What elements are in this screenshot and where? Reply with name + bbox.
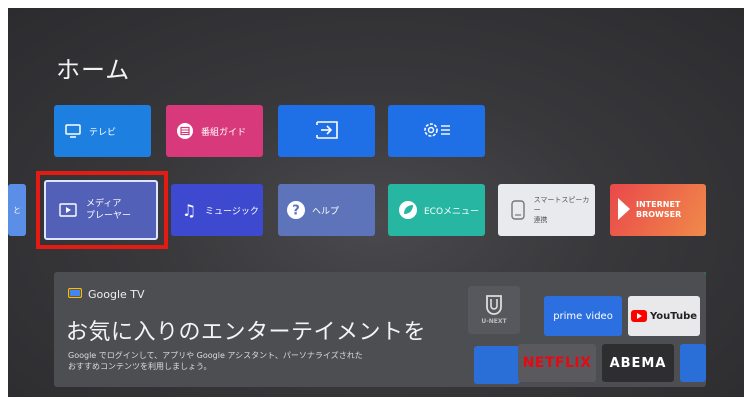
youtube-label: YouTube bbox=[649, 310, 698, 322]
program-guide-tile[interactable]: 番組ガイド bbox=[166, 105, 263, 157]
unext-logo-icon bbox=[486, 295, 502, 315]
svg-text:?: ? bbox=[292, 204, 300, 219]
google-tv-brand: Google TV bbox=[67, 287, 145, 301]
partial-tile[interactable]: と bbox=[8, 184, 26, 236]
unext-label: U-NEXT bbox=[481, 318, 507, 325]
guide-icon bbox=[175, 121, 195, 141]
gear-icon bbox=[421, 120, 453, 143]
youtube-play-icon bbox=[630, 310, 647, 322]
google-tv-banner[interactable]: Google TV お気に入りのエンターテイメントを Google でログインし… bbox=[54, 272, 706, 387]
partial-app-tile[interactable] bbox=[474, 346, 520, 384]
unext-app-tile[interactable]: U-NEXT bbox=[468, 286, 520, 334]
help-tile[interactable]: ? ヘルプ bbox=[278, 184, 375, 236]
partial-app-tile-right[interactable] bbox=[680, 344, 706, 382]
netflix-app-tile[interactable]: NETFLIX bbox=[518, 344, 596, 382]
page-title: ホーム bbox=[56, 56, 131, 84]
smart-speaker-icon bbox=[508, 200, 528, 220]
internet-browser-tile[interactable]: INTERNET BROWSER bbox=[610, 184, 706, 236]
smart-speaker-tile[interactable]: スマートスピーカー 連携 bbox=[498, 184, 595, 236]
tv-tile[interactable]: テレビ bbox=[54, 105, 151, 157]
guide-label: 番組ガイド bbox=[201, 127, 247, 138]
google-tv-icon bbox=[67, 287, 83, 301]
focus-highlight-box bbox=[36, 171, 168, 249]
music-tile[interactable]: ♫ ミュージック bbox=[171, 184, 263, 236]
tv-screen: ホーム テレビ 番組ガイド と メディア プレーヤー ♫ ミュージック ? ヘル… bbox=[8, 8, 744, 397]
abema-app-tile[interactable]: ABEMA bbox=[602, 344, 674, 382]
music-note-icon: ♫ bbox=[181, 200, 197, 220]
tv-label: テレビ bbox=[89, 127, 117, 138]
banner-headline: お気に入りのエンターテイメントを bbox=[66, 320, 427, 345]
netflix-label: NETFLIX bbox=[522, 355, 592, 371]
tv-icon bbox=[63, 121, 83, 141]
banner-description: Google でログインして、アプリや Google アシスタント、パーソナライ… bbox=[68, 351, 363, 371]
eco-label: ECOメニュー bbox=[424, 206, 480, 217]
settings-tile[interactable] bbox=[388, 105, 485, 157]
abema-label: ABEMA bbox=[609, 355, 667, 371]
browser-label: INTERNET BROWSER bbox=[636, 200, 682, 219]
prime-video-label: prime video bbox=[553, 310, 613, 322]
partial-label: と bbox=[13, 205, 21, 215]
smart-speaker-label: スマートスピーカー 連携 bbox=[533, 196, 590, 224]
input-switch-tile[interactable] bbox=[278, 105, 375, 157]
leaf-icon bbox=[398, 200, 418, 220]
browser-arrow-icon bbox=[616, 196, 632, 224]
google-tv-label: Google TV bbox=[88, 288, 145, 301]
help-icon: ? bbox=[286, 200, 306, 220]
music-label: ミュージック bbox=[205, 206, 259, 217]
help-label: ヘルプ bbox=[312, 206, 340, 217]
youtube-app-tile[interactable]: YouTube bbox=[628, 296, 700, 336]
eco-menu-tile[interactable]: ECOメニュー bbox=[388, 184, 485, 236]
prime-video-app-tile[interactable]: prime video bbox=[544, 296, 622, 336]
input-icon bbox=[313, 120, 341, 143]
